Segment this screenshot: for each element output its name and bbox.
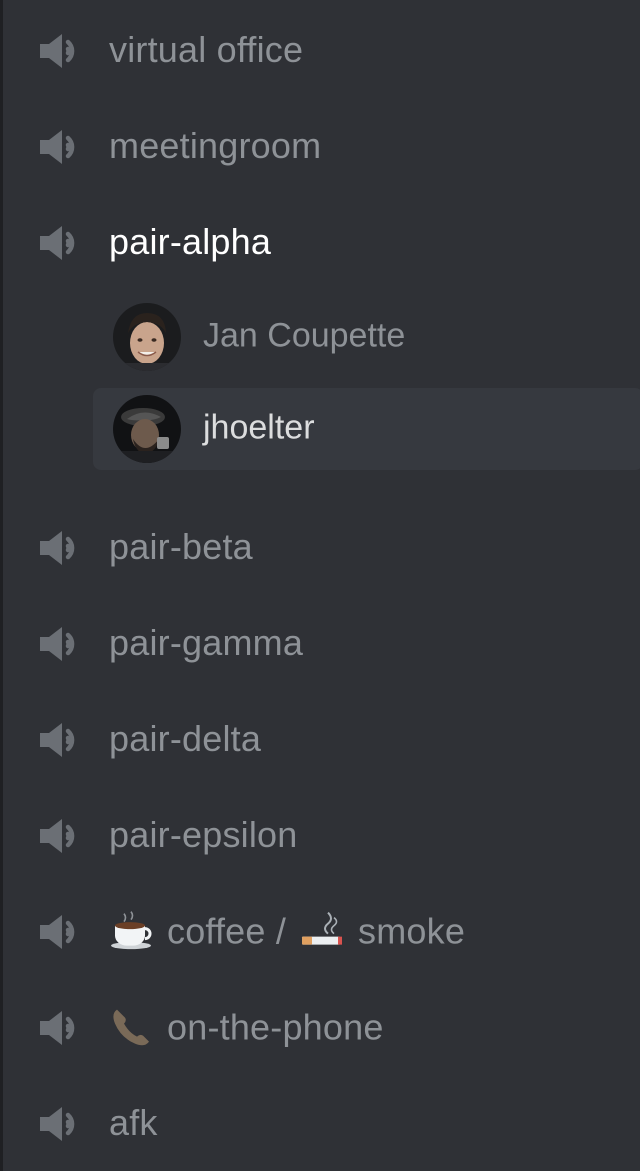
telephone-receiver-emoji-icon — [109, 1006, 155, 1046]
voice-user-name: Jan Coupette — [203, 316, 406, 355]
channel-pair-gamma[interactable]: pair-gamma — [3, 596, 640, 692]
channel-pair-beta[interactable]: pair-beta — [3, 500, 640, 596]
channel-label: on-the-phone — [109, 1006, 384, 1049]
speaker-icon — [36, 1006, 88, 1050]
coffee-emoji-icon — [109, 910, 155, 950]
phone-text: on-the-phone — [167, 1006, 384, 1048]
channel-coffee-smoke[interactable]: coffee / smoke — [3, 884, 640, 980]
channel-label: pair-beta — [109, 526, 253, 568]
speaker-icon — [36, 221, 88, 265]
channel-virtual-office[interactable]: virtual office — [3, 3, 640, 99]
channel-pair-delta[interactable]: pair-delta — [3, 692, 640, 788]
channel-label: meetingroom — [109, 125, 322, 167]
channel-meetingroom[interactable]: meetingroom — [3, 99, 640, 195]
channel-label: pair-delta — [109, 718, 262, 760]
speaker-icon — [36, 718, 88, 762]
channel-label: pair-alpha — [109, 221, 272, 263]
cigarette-emoji-icon — [298, 910, 344, 950]
speaker-icon — [36, 29, 88, 73]
channel-label: coffee / smoke — [109, 910, 465, 953]
avatar — [113, 395, 181, 463]
speaker-icon — [36, 910, 88, 954]
speaker-icon — [36, 814, 88, 858]
coffee-text: coffee / — [167, 910, 287, 952]
voice-user-jan-coupette[interactable]: Jan Coupette — [93, 296, 640, 378]
speaker-icon — [36, 526, 88, 570]
channel-on-the-phone[interactable]: on-the-phone — [3, 980, 640, 1076]
channel-label: afk — [109, 1102, 158, 1144]
speaker-icon — [36, 1102, 88, 1146]
channel-pair-epsilon[interactable]: pair-epsilon — [3, 788, 640, 884]
channel-pair-alpha[interactable]: pair-alpha — [3, 195, 640, 291]
channel-label: virtual office — [109, 29, 304, 71]
smoke-text: smoke — [358, 910, 466, 952]
voice-user-jhoelter[interactable]: jhoelter — [93, 388, 640, 470]
voice-channel-list: virtual office meetingroom pair-alpha Ja… — [0, 0, 640, 1171]
channel-label: pair-epsilon — [109, 814, 298, 856]
channel-afk[interactable]: afk — [3, 1076, 640, 1171]
channel-label: pair-gamma — [109, 622, 304, 664]
voice-user-name: jhoelter — [203, 408, 315, 447]
speaker-icon — [36, 125, 88, 169]
speaker-icon — [36, 622, 88, 666]
avatar — [113, 303, 181, 371]
